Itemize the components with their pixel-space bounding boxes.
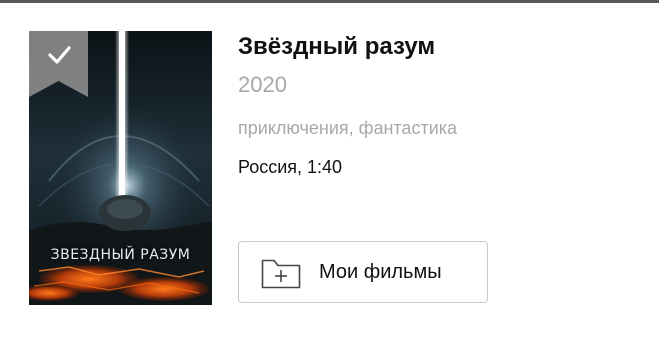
add-to-my-movies-button[interactable]: Мои фильмы [238, 241, 488, 303]
watched-badge[interactable] [29, 31, 88, 97]
my-movies-label: Мои фильмы [319, 261, 442, 283]
poster-title-text: ЗВЕЗДНЫЙ РАЗУМ [50, 247, 191, 263]
movie-title: Звёздный разум [238, 33, 436, 60]
movie-year: 2020 [238, 72, 287, 97]
top-divider [0, 0, 659, 3]
movie-country-duration: Россия, 1:40 [238, 157, 343, 177]
movie-genres: приключения, фантастика [238, 118, 458, 138]
folder-plus-icon [261, 257, 301, 294]
